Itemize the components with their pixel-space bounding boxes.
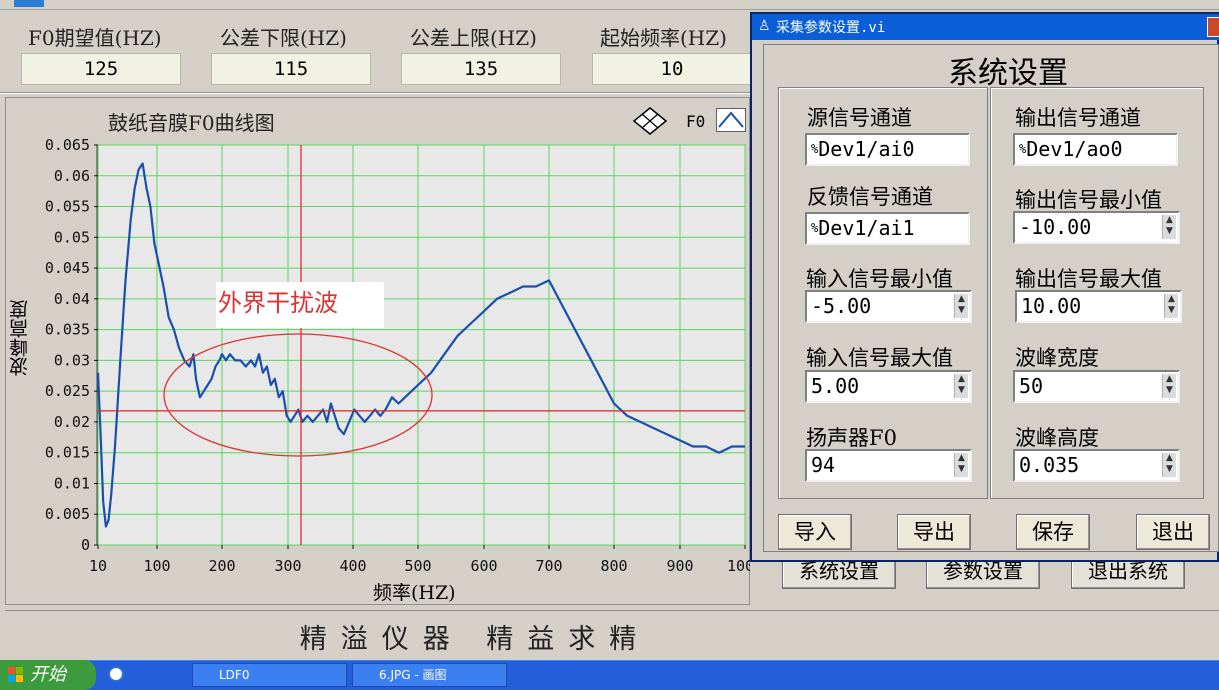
feedback-channel-value: Dev1/ai1 (818, 216, 915, 240)
input-min-label: 输入信号最小值 (806, 267, 953, 291)
output-min-label: 输出信号最小值 (1015, 188, 1162, 212)
dialog-heading: 系统设置 (948, 56, 1068, 91)
output-channel-value: Dev1/ao0 (1026, 137, 1123, 161)
peak-height-value: 0.035 (1019, 453, 1080, 477)
y-tick-label: 0.035 (45, 321, 90, 339)
input-max-field[interactable]: 5.00 ▲ ▼ (805, 370, 972, 403)
x-tick-label: 300 (274, 557, 301, 575)
spin-arrows-icon[interactable]: ▲ ▼ (954, 374, 968, 398)
start-label: 开始 (30, 664, 66, 685)
param-label-start-frequency: 起始频率(HZ) (600, 26, 727, 50)
quicklaunch-browser-icon[interactable] (108, 666, 124, 682)
plot-point-style-icon[interactable] (632, 106, 668, 136)
x-axis-label: 频率(HZ) (373, 582, 456, 604)
x-tick-label: 10 (89, 557, 107, 575)
y-tick-label: 0.045 (45, 259, 90, 277)
interference-annotation: 外界干扰波 (218, 289, 338, 317)
x-tick-label: 1000 (727, 557, 750, 575)
output-min-field[interactable]: -10.00 ▲ ▼ (1013, 211, 1180, 244)
y-tick-label: 0.04 (54, 290, 90, 308)
taskbar-item-paint[interactable]: 6.JPG - 画图 (352, 663, 507, 687)
peak-width-label: 波峰宽度 (1015, 346, 1099, 370)
y-tick-label: 0.065 (45, 136, 90, 154)
x-tick-label: 600 (470, 557, 497, 575)
y-tick-label: 0.06 (54, 167, 90, 185)
import-button[interactable]: 导入 (778, 514, 852, 550)
y-tick-label: 0.05 (54, 228, 90, 246)
taskbar (0, 660, 1219, 690)
exit-button[interactable]: 退出 (1136, 514, 1210, 550)
spin-arrows-icon[interactable]: ▲ ▼ (1162, 215, 1176, 239)
param-value-lower-tolerance[interactable]: 115 (211, 53, 371, 85)
spin-arrows-icon[interactable]: ▲ ▼ (1162, 453, 1176, 477)
input-min-field[interactable]: -5.00 ▲ ▼ (805, 290, 972, 323)
output-min-value: -10.00 (1019, 215, 1092, 239)
spin-arrows-icon[interactable]: ▲ ▼ (954, 294, 968, 318)
dialog-window-title: 采集参数设置.vi (776, 20, 886, 36)
labview-app-icon: ♙ (758, 18, 771, 34)
y-tick-label: 0.055 (45, 198, 90, 216)
peak-width-field[interactable]: 50 ▲ ▼ (1013, 370, 1180, 403)
close-icon[interactable] (1207, 17, 1219, 37)
output-max-label: 输出信号最大值 (1015, 267, 1162, 291)
spin-arrows-icon[interactable]: ▲ ▼ (1164, 294, 1178, 318)
param-value-f0-expected[interactable]: 125 (21, 53, 181, 85)
y-tick-label: 0.01 (54, 474, 90, 492)
speaker-f0-label: 扬声器F0 (806, 426, 897, 450)
plot-area (96, 144, 746, 546)
toolbar-fragment (14, 0, 44, 7)
output-channel-field[interactable]: %Dev1/ao0 (1013, 133, 1178, 166)
y-tick-label: 0.025 (45, 382, 90, 400)
x-tick-label: 200 (208, 557, 235, 575)
feedback-channel-field[interactable]: %Dev1/ai1 (805, 212, 970, 245)
y-tick-label: 0.03 (54, 351, 90, 369)
speaker-f0-field[interactable]: 94 ▲ ▼ (805, 449, 972, 482)
taskbar-item-label: LDF0 (219, 668, 250, 682)
x-tick-label: 900 (666, 557, 693, 575)
param-label-lower-tolerance: 公差下限(HZ) (220, 26, 347, 50)
spin-arrows-icon[interactable]: ▲ ▼ (1162, 374, 1176, 398)
x-tick-label: 800 (600, 557, 627, 575)
y-tick-label: 0.015 (45, 444, 90, 462)
input-max-label: 输入信号最大值 (806, 346, 953, 370)
line-style-icon (718, 111, 744, 128)
save-button[interactable]: 保存 (1016, 514, 1090, 550)
param-value-start-frequency[interactable]: 10 (592, 53, 752, 85)
taskbar-item-ldf0[interactable]: LDF0 (192, 663, 347, 687)
export-button[interactable]: 导出 (897, 514, 971, 550)
windows-logo-icon (8, 667, 23, 682)
f0-curve-chart[interactable]: 10 100 200 300 400 500 600 700 800 900 1000 0 0.005 0… (0, 135, 750, 605)
peak-height-label: 波峰高度 (1015, 426, 1099, 450)
input-min-value: -5.00 (811, 294, 872, 318)
y-axis-label: 波峰高度 (9, 300, 31, 376)
top-toolbar-strip (0, 0, 1219, 10)
y-tick-label: 0.005 (45, 505, 90, 523)
x-tick-label: 400 (339, 557, 366, 575)
peak-height-field[interactable]: 0.035 ▲ ▼ (1013, 449, 1180, 482)
y-tick-label: 0 (81, 536, 90, 554)
source-channel-label: 源信号通道 (807, 106, 912, 130)
output-channel-label: 输出信号通道 (1015, 106, 1141, 130)
source-channel-field[interactable]: %Dev1/ai0 (805, 133, 970, 166)
x-tick-label: 100 (143, 557, 170, 575)
peak-width-value: 50 (1019, 374, 1044, 398)
spin-arrows-icon[interactable]: ▲ ▼ (954, 453, 968, 477)
param-label-upper-tolerance: 公差上限(HZ) (410, 26, 537, 50)
legend-line-style-button[interactable] (716, 108, 746, 132)
footer-slogan: 精溢仪器 精益求精 (299, 624, 651, 655)
y-tick-label: 0.02 (54, 413, 90, 431)
output-max-value: 10.00 (1021, 294, 1082, 318)
x-tick-label: 500 (404, 557, 431, 575)
x-tick-label: 700 (535, 557, 562, 575)
feedback-channel-label: 反馈信号通道 (807, 185, 933, 209)
input-max-value: 5.00 (811, 374, 860, 398)
param-value-upper-tolerance[interactable]: 135 (401, 53, 561, 85)
speaker-f0-value: 94 (811, 453, 836, 477)
source-channel-value: Dev1/ai0 (818, 137, 915, 161)
legend-series-label: F0 (686, 112, 706, 131)
output-max-field[interactable]: 10.00 ▲ ▼ (1015, 290, 1182, 323)
taskbar-item-label: 6.JPG - 画图 (379, 668, 447, 682)
param-label-f0-expected: F0期望值(HZ) (28, 26, 162, 50)
chart-title: 鼓纸音膜F0曲线图 (108, 111, 275, 135)
